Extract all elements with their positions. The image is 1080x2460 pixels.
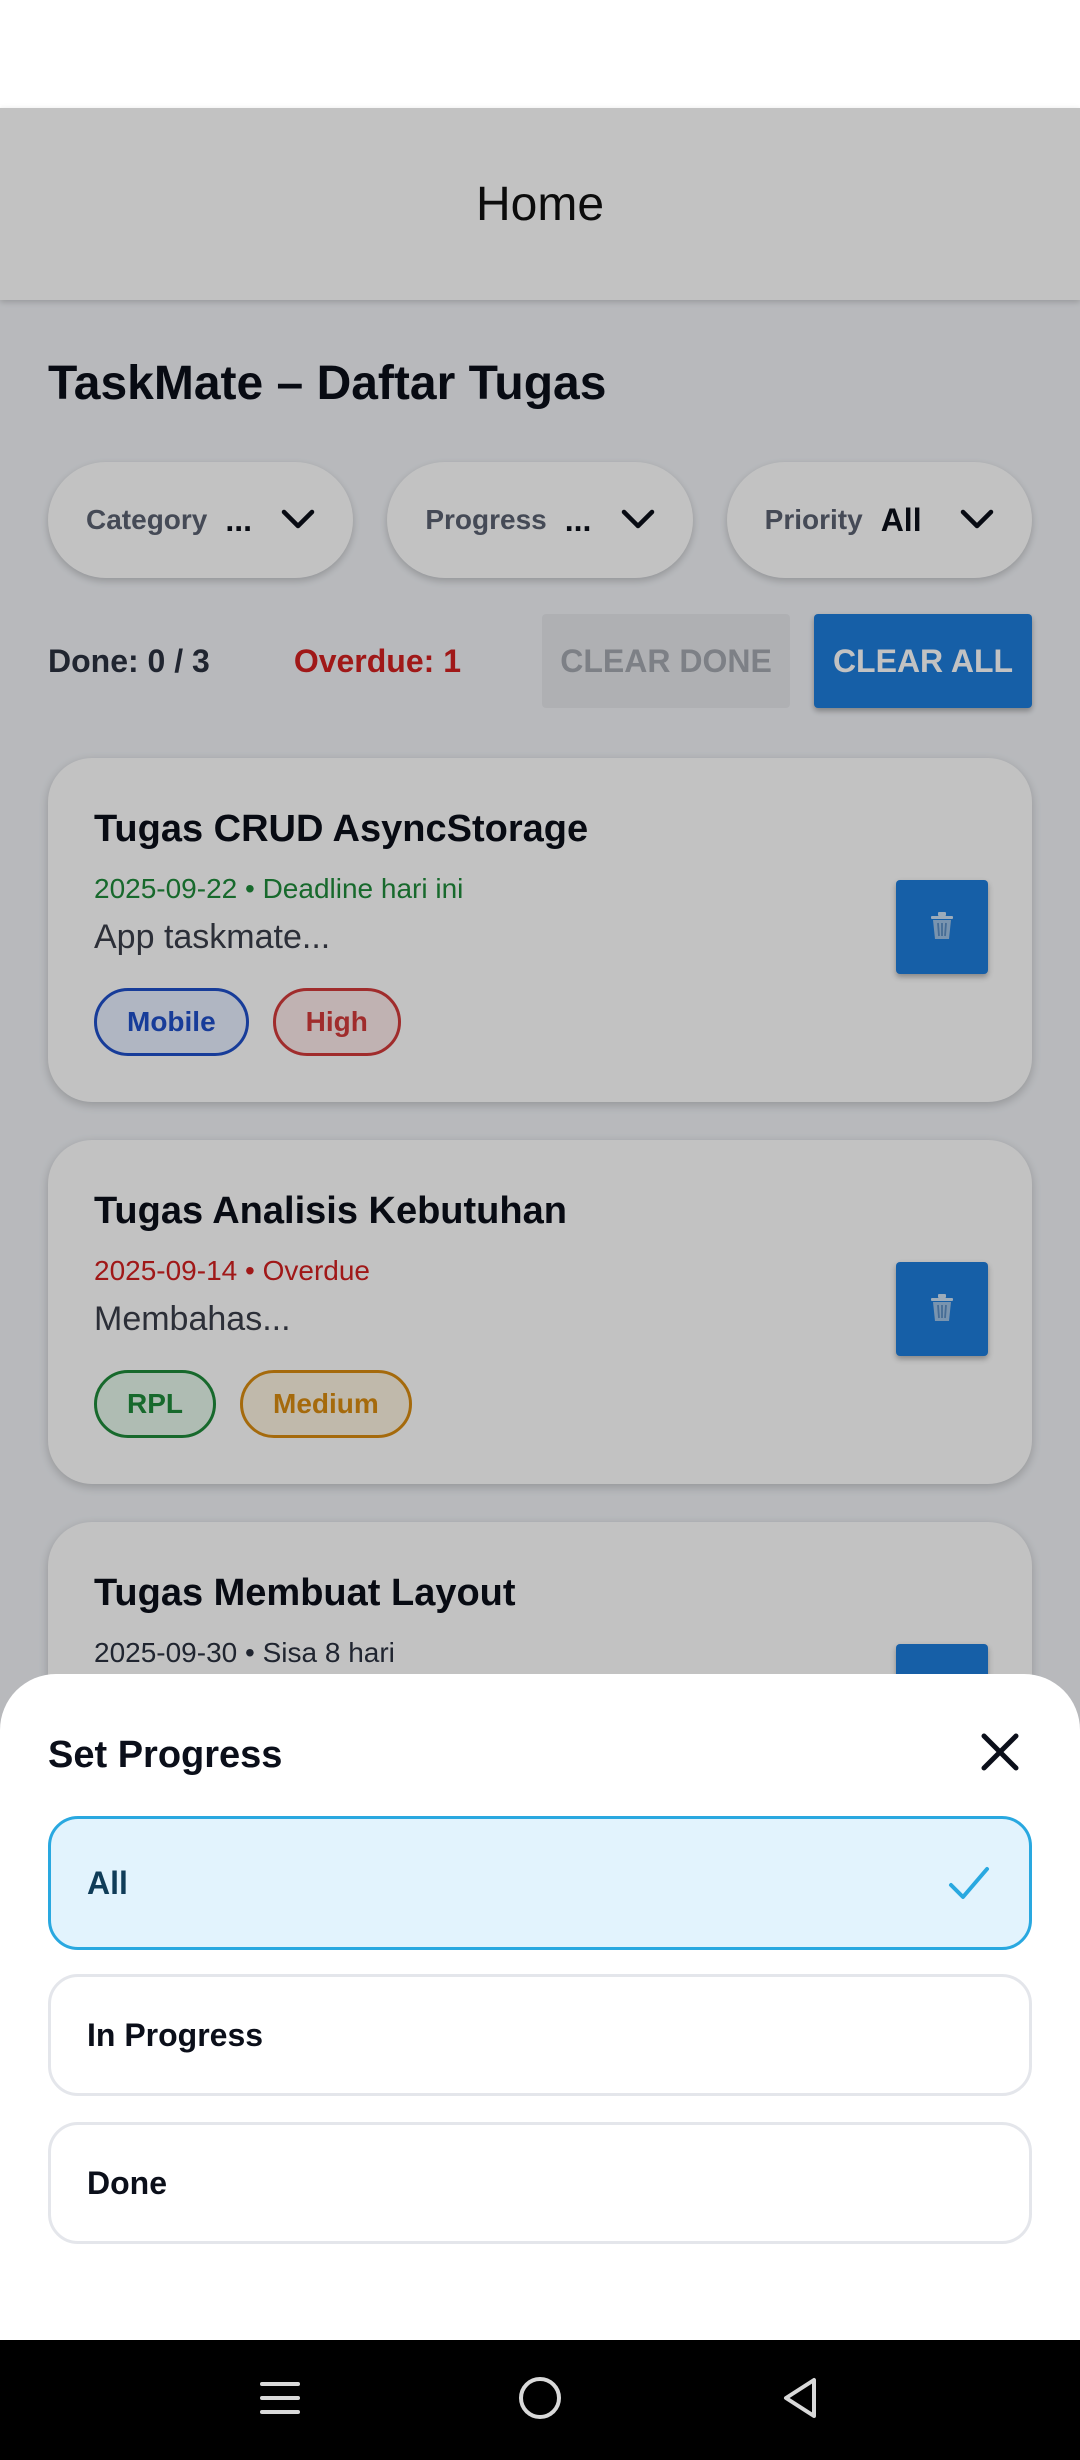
option-in-progress[interactable]: In Progress <box>48 1974 1032 2096</box>
status-bar <box>0 0 1080 108</box>
sheet-title: Set Progress <box>48 1734 283 1776</box>
recent-apps-button[interactable] <box>250 2370 310 2430</box>
back-triangle-icon <box>778 2374 822 2427</box>
check-icon <box>945 1859 993 1907</box>
system-nav-bar <box>0 2340 1080 2460</box>
option-done[interactable]: Done <box>48 2122 1032 2244</box>
option-label: Done <box>87 2164 167 2201</box>
option-all[interactable]: All <box>48 1816 1032 1950</box>
home-button[interactable] <box>510 2370 570 2430</box>
option-label: All <box>87 1864 128 1901</box>
menu-icon <box>258 2378 302 2423</box>
close-button[interactable] <box>976 1730 1024 1778</box>
progress-bottom-sheet: Set Progress All In Progress Done <box>0 1674 1080 2340</box>
back-button[interactable] <box>770 2370 830 2430</box>
close-icon <box>980 1732 1020 1777</box>
option-label: In Progress <box>87 2016 264 2053</box>
home-circle-icon <box>516 2374 564 2427</box>
